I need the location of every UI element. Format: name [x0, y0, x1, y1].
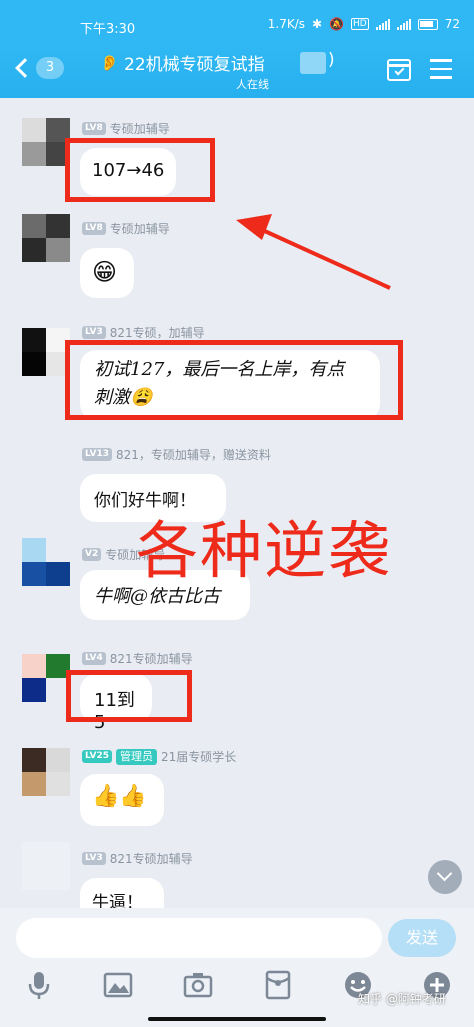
sender-meta: LV3 821专硕加辅导 [82, 850, 193, 867]
sender-meta: LV8 专硕加辅导 [82, 220, 170, 237]
avatar[interactable] [22, 538, 70, 586]
sender-meta: LV3 821专硕，加辅导 [82, 324, 205, 341]
red-packet-icon[interactable] [261, 968, 295, 1002]
level-badge: LV4 [82, 652, 106, 665]
message-bubble[interactable]: 😁 [80, 248, 134, 298]
title-redacted [300, 52, 326, 74]
overlay-caption: 各种逆袭 [136, 514, 393, 587]
watermark: 知乎 @阿钟考研 [358, 992, 446, 1006]
level-badge: LV3 [82, 852, 106, 865]
sender-tag: 821专硕加辅导 [109, 652, 193, 666]
highlight-box [66, 670, 192, 722]
highlight-box [65, 138, 215, 202]
chevron-left-icon [15, 58, 35, 78]
message-text: 😁 [92, 258, 118, 286]
sender-tag: 821，专硕加辅导，赠送资料 [116, 448, 271, 462]
avatar[interactable] [22, 328, 70, 376]
sender-tag: 专硕加辅导 [109, 222, 170, 236]
message-input[interactable] [16, 918, 382, 958]
battery-icon [417, 18, 438, 30]
calendar-check-icon[interactable] [387, 59, 411, 81]
red-arrow-annotation [236, 214, 391, 290]
level-badge: LV8 [82, 122, 106, 135]
input-bar: 发送 [0, 908, 474, 1027]
level-badge: V2 [82, 548, 102, 561]
signal-icon [375, 18, 390, 30]
sender-tag: 专硕加辅导 [109, 122, 170, 136]
status-icons: 1.7K/s ✱ 🔕 HD 72 [268, 17, 460, 31]
group-title[interactable]: 22机械专硕复试指 [124, 50, 265, 75]
status-bar: 下午3:30 1.7K/s ✱ 🔕 HD 72 [0, 0, 474, 44]
microphone-icon[interactable] [22, 968, 56, 1002]
sender-meta: LV25 管理员 21届专硕学长 [82, 748, 236, 765]
highlight-box [65, 340, 403, 420]
online-count: 人在线 [236, 78, 269, 91]
listen-icon: 👂 [100, 54, 119, 72]
avatar[interactable] [22, 654, 70, 702]
camera-icon[interactable] [181, 968, 215, 1002]
back-button[interactable]: 3 [12, 52, 72, 86]
sender-meta: LV13 821，专硕加辅导，赠送资料 [82, 446, 271, 463]
sender-meta: LV8 专硕加辅导 [82, 120, 170, 137]
level-badge: LV8 [82, 222, 106, 235]
admin-badge: 管理员 [116, 748, 157, 765]
sender-tag: 821专硕，加辅导 [109, 326, 205, 340]
level-badge: LV13 [82, 448, 112, 461]
avatar[interactable] [22, 842, 70, 890]
bluetooth-icon: ✱ [312, 17, 323, 31]
signal-icon-2 [396, 18, 411, 30]
sender-tag: 21届专硕学长 [161, 750, 237, 764]
status-time: 下午3:30 [80, 22, 136, 37]
avatar[interactable] [22, 214, 70, 262]
level-badge: LV3 [82, 326, 106, 339]
battery-level: 72 [444, 17, 460, 31]
avatar[interactable] [22, 118, 70, 166]
image-icon[interactable] [101, 968, 135, 1002]
network-speed: 1.7K/s [267, 17, 305, 31]
message-bubble[interactable]: 👍👍 [80, 774, 164, 826]
level-badge: LV25 [82, 750, 112, 763]
sender-tag: 821专硕加辅导 [109, 852, 193, 866]
send-button[interactable]: 发送 [388, 919, 456, 957]
group-title-suffix: ) [328, 50, 335, 70]
avatar[interactable] [22, 748, 70, 796]
chat-header: 3 👂 22机械专硕复试指 ) 人在线 [0, 44, 474, 98]
unread-count-badge: 3 [36, 57, 64, 79]
message-text: 👍👍 [92, 784, 147, 809]
scroll-to-bottom-button[interactable] [428, 860, 462, 894]
home-indicator [148, 1017, 326, 1021]
menu-icon[interactable] [430, 59, 452, 79]
mute-icon: 🔕 [329, 17, 345, 31]
sender-meta: LV4 821专硕加辅导 [82, 650, 193, 667]
hd-icon: HD [351, 18, 369, 30]
